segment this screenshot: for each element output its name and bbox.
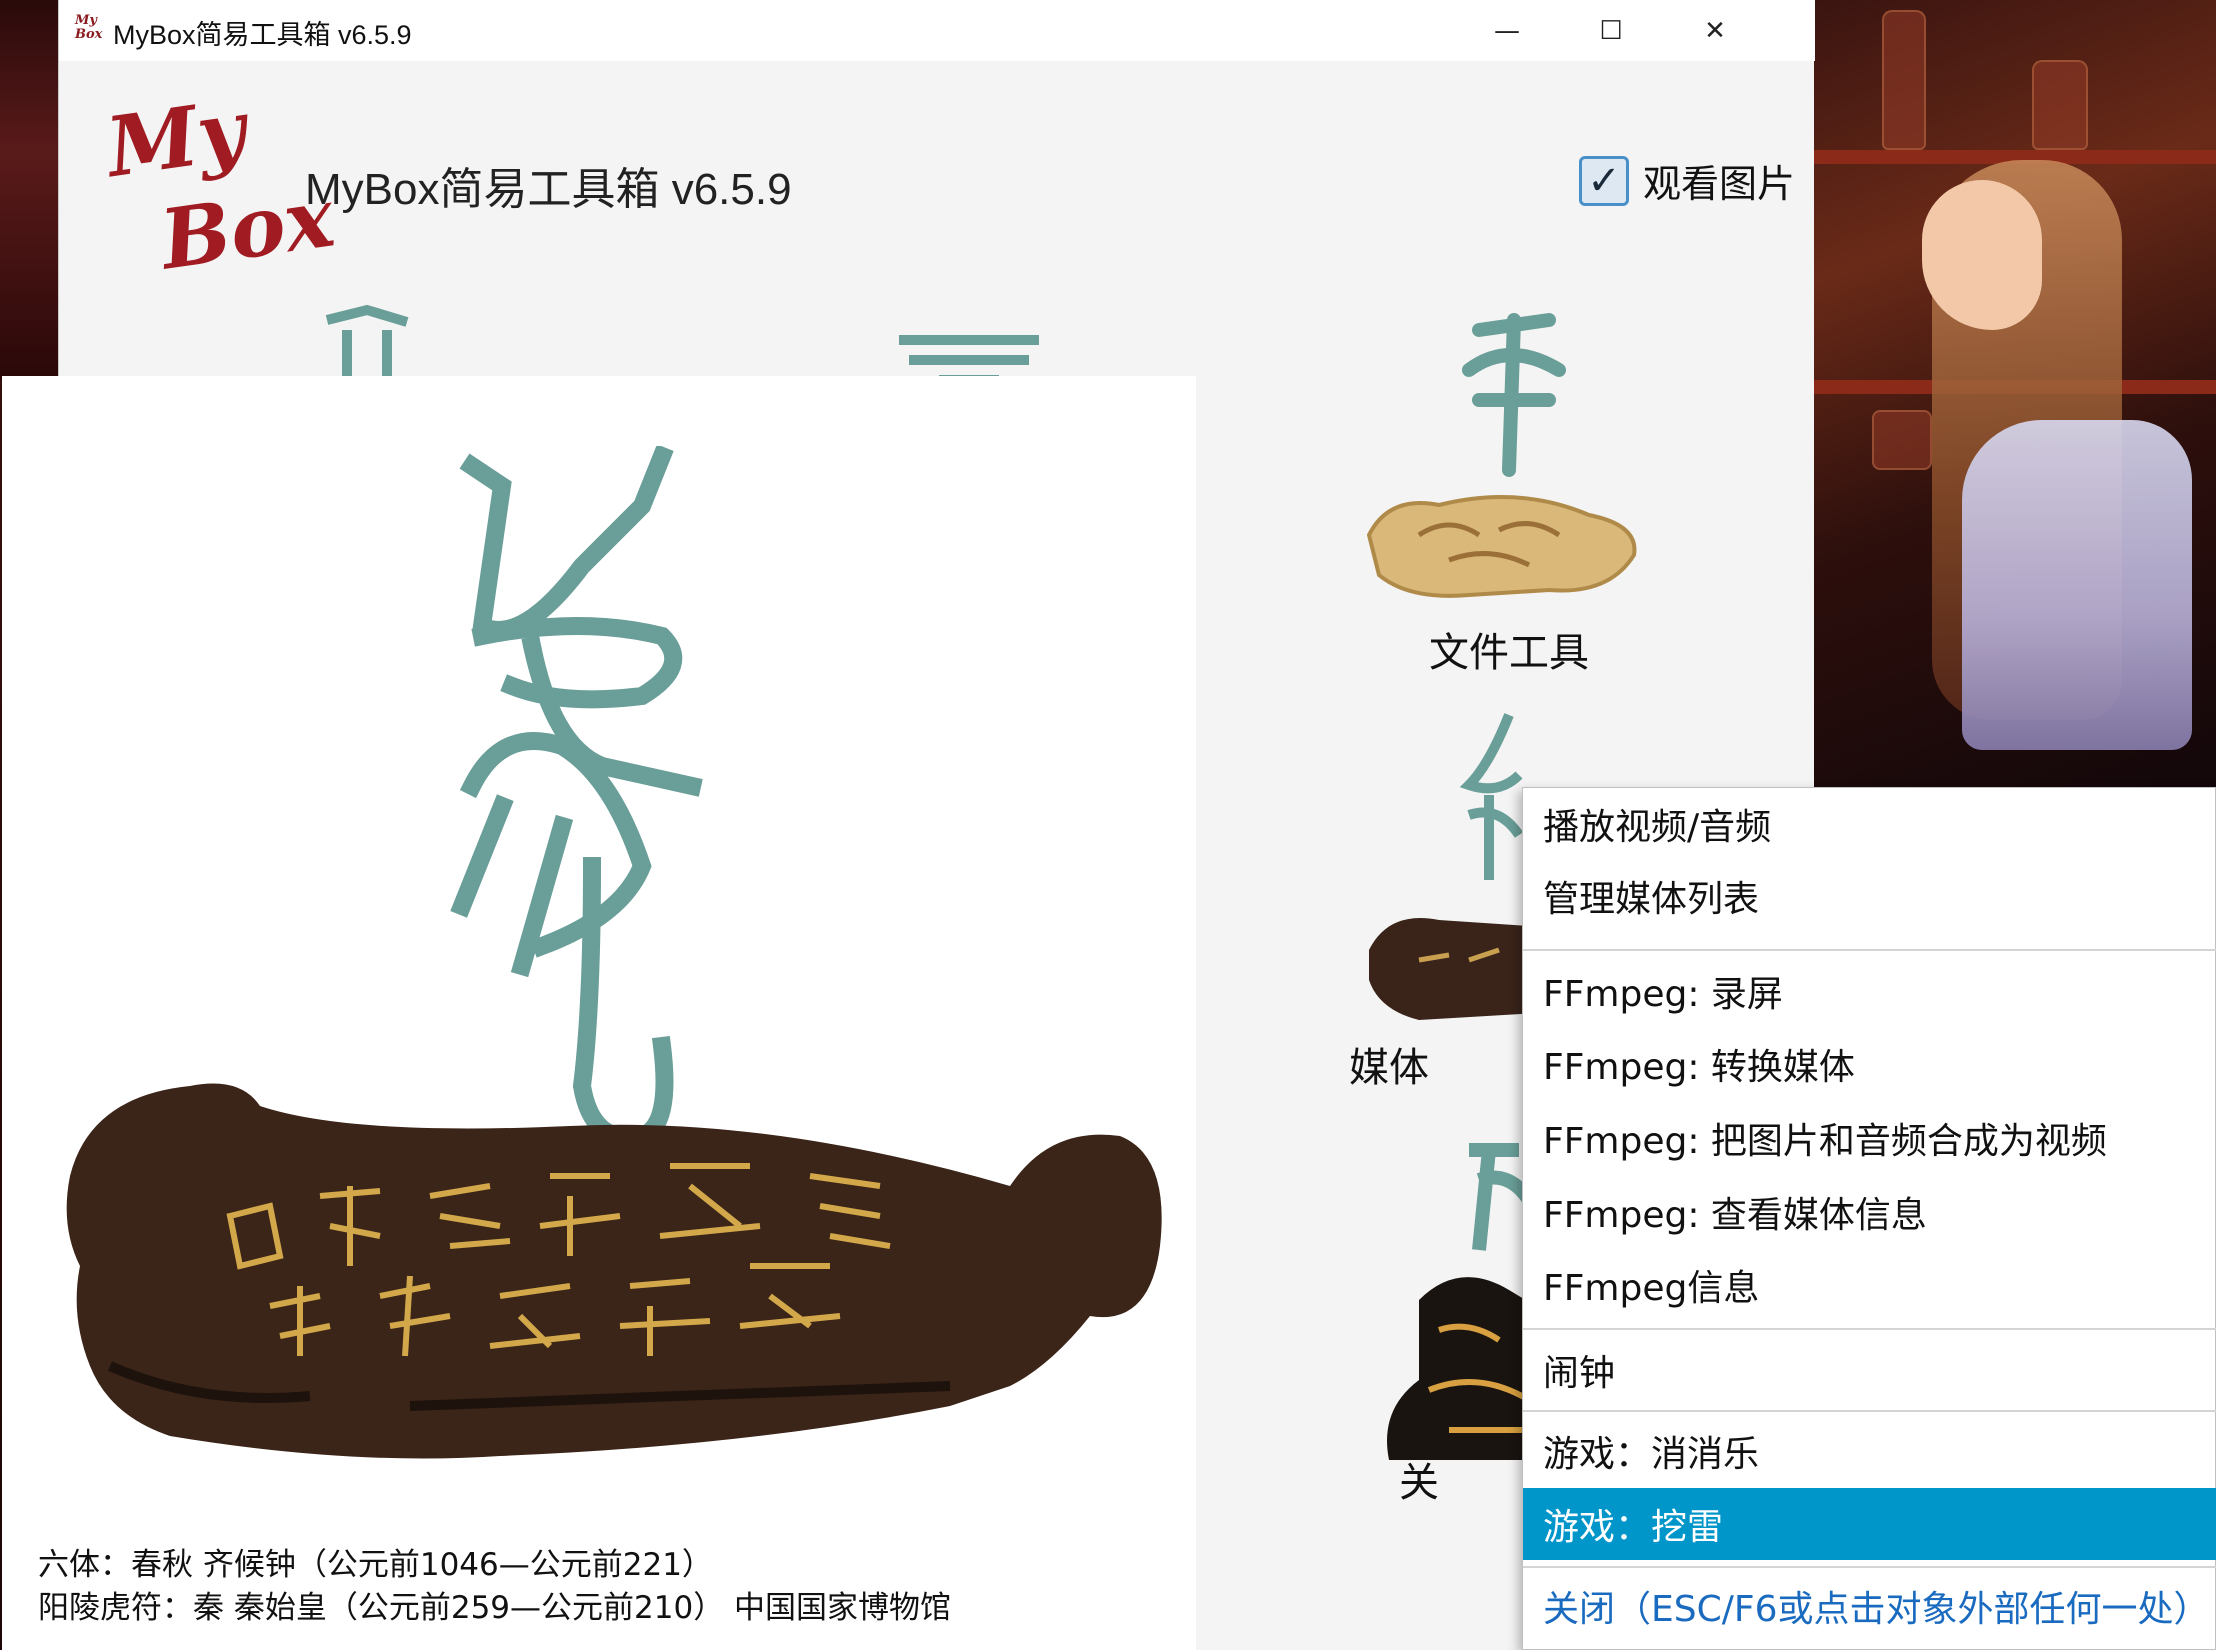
media-context-menu[interactable]: 播放视频/音频 管理媒体列表 FFmpeg: 录屏 FFmpeg: 转换媒体 F… (1522, 787, 2216, 1650)
wallpaper-art-right (1812, 0, 2216, 790)
close-button[interactable]: ✕ (1663, 0, 1767, 61)
yangling-tiger-tally-image (66, 1083, 1162, 1459)
menu-item-ffmpeg-info[interactable]: FFmpeg信息 (1523, 1249, 2216, 1321)
app-title: MyBox简易工具箱 v6.5.9 (305, 165, 792, 214)
tool-file-tools-label[interactable]: 文件工具 (1429, 620, 1589, 678)
wallpaper-figure-face (1922, 180, 2042, 330)
wallpaper-bottle (2032, 60, 2088, 150)
maximize-button[interactable]: ☐ (1559, 0, 1663, 61)
tool-file-tools[interactable]: 文件工具 (1349, 290, 1649, 690)
title-bar[interactable]: My Box MyBox简易工具箱 v6.5.9 — ☐ ✕ (59, 0, 1815, 61)
menu-item-game-minesweeper[interactable]: 游戏：挖雷 (1523, 1488, 2216, 1560)
view-images-label[interactable]: 观看图片 (1643, 153, 1795, 208)
jade-tiger-icon (1366, 495, 1637, 598)
menu-item-game-match[interactable]: 游戏：消消乐 (1523, 1415, 2216, 1487)
tool-media-label[interactable]: 媒体 (1349, 1035, 1429, 1093)
menu-item-play-media[interactable]: 播放视频/音频 (1523, 788, 2216, 860)
seal-glyph-icon (899, 335, 1039, 380)
window-title: MyBox简易工具箱 v6.5.9 (113, 20, 412, 50)
menu-item-ffmpeg-media-info[interactable]: FFmpeg: 查看媒体信息 (1523, 1176, 2216, 1248)
menu-separator (1523, 1566, 2216, 1568)
image-caption-line-1: 六体：春秋 齐候钟（公元前1046—公元前221） (38, 1547, 713, 1583)
menu-item-ffmpeg-convert[interactable]: FFmpeg: 转换媒体 (1523, 1028, 2216, 1100)
image-viewer-popup[interactable]: 六体：春秋 齐候钟（公元前1046—公元前221） 阳陵虎符：秦 秦始皇（公元前… (2, 376, 1196, 1650)
logo-line-1: My (100, 81, 252, 197)
minimize-button[interactable]: — (1455, 0, 1559, 61)
wallpaper-bottle (1882, 10, 1926, 150)
view-images-checkbox[interactable]: ✓ 观看图片 (1579, 153, 1795, 208)
menu-item-manage-playlist[interactable]: 管理媒体列表 (1523, 860, 2216, 932)
seal-script-glyph-image (450, 446, 703, 1146)
wallpaper-cup (1872, 410, 1932, 470)
mybox-logo: My Box (101, 82, 340, 289)
menu-item-ffmpeg-record-screen[interactable]: FFmpeg: 录屏 (1523, 955, 2216, 1027)
seal-glyph-icon (325, 304, 409, 380)
menu-separator (1523, 949, 2216, 951)
tool-third-label[interactable]: 关 (1399, 1450, 1439, 1508)
wallpaper-figure-robe (1962, 420, 2192, 750)
menu-item-close[interactable]: 关闭（ESC/F6或点击对象外部任何一处） (1523, 1570, 2216, 1642)
menu-separator (1523, 1328, 2216, 1330)
wallpaper-art-left (0, 0, 58, 380)
menu-separator (1523, 1410, 2216, 1412)
checkbox-check-icon[interactable]: ✓ (1579, 155, 1629, 206)
seal-glyph-icon (1462, 313, 1566, 477)
menu-item-alarm-clock[interactable]: 闹钟 (1523, 1334, 2216, 1406)
menu-item-ffmpeg-merge-image-audio[interactable]: FFmpeg: 把图片和音频合成为视频 (1523, 1102, 2216, 1174)
app-icon: My Box (75, 13, 103, 42)
image-caption-line-2: 阳陵虎符：秦 秦始皇（公元前259—公元前210） 中国国家博物馆 (38, 1590, 952, 1626)
header: My Box MyBox简易工具箱 v6.5.9 ✓ 观看图片 (59, 61, 1815, 289)
